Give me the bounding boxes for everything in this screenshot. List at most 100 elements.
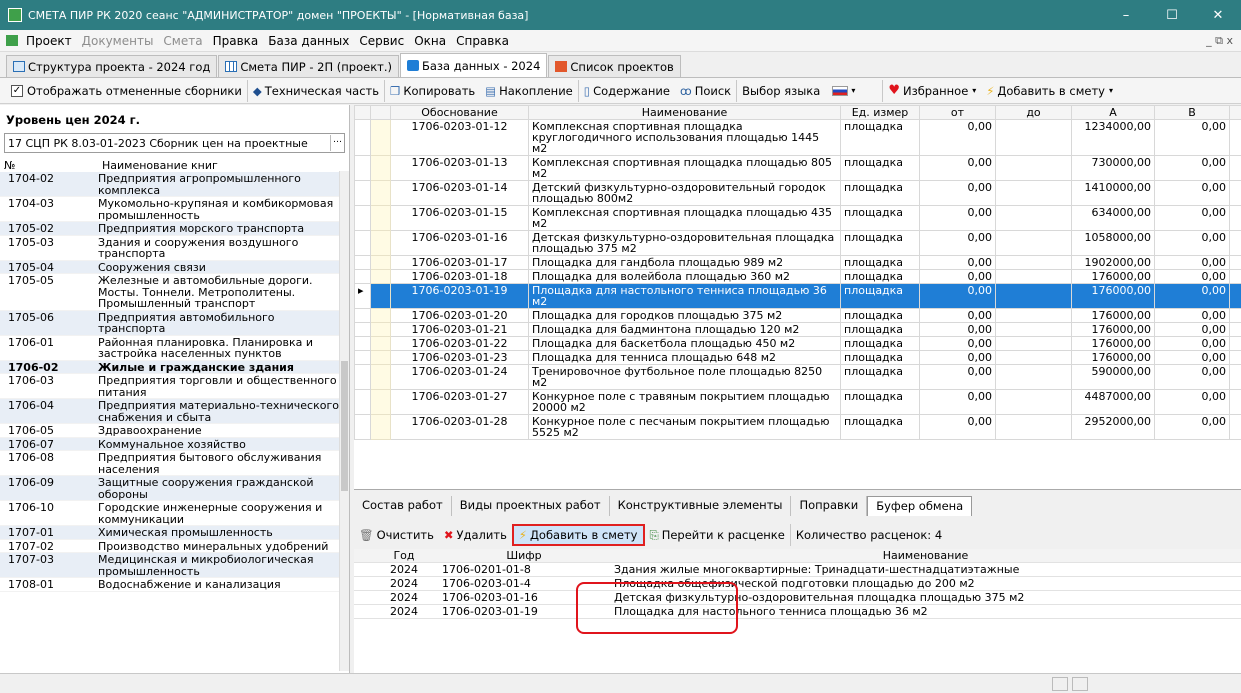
- rate-code: 1706-0203-01-27: [390, 389, 529, 415]
- show-cancelled-checkbox[interactable]: ✓ Отображать отмененные сборники: [6, 80, 247, 102]
- book-row[interactable]: 1706-09 Защитные сооружения гражданской о…: [0, 476, 345, 501]
- tab-project-structure[interactable]: Структура проекта - 2024 год: [6, 55, 218, 77]
- delete-button[interactable]: ✖ Удалить: [439, 524, 512, 546]
- clip-name: Здания жилые многоквартирные: Тринадцати…: [610, 562, 1241, 577]
- rate-row[interactable]: 1706-0203-01-23 Площадка для тенниса площ…: [354, 350, 1241, 365]
- clipboard-row[interactable]: 2024 1706-0203-01-16 Детская физкультурно-…: [354, 590, 1241, 605]
- rate-from: 0,00: [919, 230, 996, 256]
- rate-row[interactable]: 1706-0203-01-17 Площадка для гандбола пло…: [354, 255, 1241, 270]
- menu-edit[interactable]: Правка: [208, 34, 264, 48]
- book-row[interactable]: 1706-02 Жилые и гражданские здания: [0, 360, 345, 374]
- scroll-thumb[interactable]: [341, 361, 348, 491]
- menu-service[interactable]: Сервис: [354, 34, 409, 48]
- col-from-header[interactable]: от: [919, 105, 996, 120]
- col-code-header[interactable]: Обоснование: [390, 105, 529, 120]
- scroll-cell: [1229, 283, 1241, 309]
- scroll-cell: [1229, 119, 1241, 156]
- tab-work-composition[interactable]: Состав работ: [354, 496, 452, 516]
- rate-row[interactable]: 1706-0203-01-14 Детский физкультурно-оздо…: [354, 180, 1241, 206]
- book-name: Предприятия материально-технического сна…: [98, 399, 339, 424]
- tab-estimate[interactable]: Смета ПИР - 2П (проект.): [218, 55, 399, 77]
- rate-row[interactable]: 1706-0203-01-28 Конкурное поле с песчаным…: [354, 414, 1241, 440]
- menu-documents[interactable]: Документы: [77, 34, 159, 48]
- col-to-header[interactable]: до: [995, 105, 1072, 120]
- rate-row[interactable]: 1706-0203-01-16 Детская физкультурно-оздо…: [354, 230, 1241, 256]
- book-row[interactable]: 1706-04 Предприятия материально-техническ…: [0, 399, 345, 424]
- add-to-estimate-button[interactable]: ⚡ Добавить в смету ▾: [981, 80, 1118, 102]
- menu-database[interactable]: База данных: [263, 34, 354, 48]
- book-row[interactable]: 1708-01 Водоснабжение и канализация: [0, 578, 345, 592]
- rate-row[interactable]: 1706-0203-01-12 Комплексная спортивная пл…: [354, 119, 1241, 156]
- tab-clipboard[interactable]: Буфер обмена: [867, 496, 973, 516]
- accumulate-button[interactable]: ▤ Накопление: [480, 80, 578, 102]
- book-row[interactable]: 1707-01 Химическая промышленность: [0, 526, 345, 540]
- book-row[interactable]: 1706-05 Здравоохранение: [0, 424, 345, 438]
- add-to-estimate-clipboard-button[interactable]: ⚡ Добавить в смету: [511, 524, 645, 546]
- menu-estimate[interactable]: Смета: [158, 34, 207, 48]
- book-row[interactable]: 1706-08 Предприятия бытового обслуживания…: [0, 451, 345, 476]
- copy-button[interactable]: ❐ Копировать: [384, 79, 480, 102]
- rate-row[interactable]: ▸ 1706-0203-01-19 Площадка для настольного…: [354, 283, 1241, 309]
- book-name: Районная планировка. Планировка и застро…: [98, 335, 313, 360]
- tab-corrections[interactable]: Поправки: [791, 496, 868, 516]
- rate-name: Площадка для тенниса площадью 648 м2: [528, 350, 841, 365]
- app-menu-icon[interactable]: [6, 35, 18, 46]
- rate-row[interactable]: 1706-0203-01-18 Площадка для волейбола пл…: [354, 269, 1241, 284]
- book-row[interactable]: 1705-05 Железные и автомобильные дороги. …: [0, 274, 345, 311]
- menu-help[interactable]: Справка: [451, 34, 514, 48]
- mdi-controls[interactable]: _ ⧉ x: [1206, 34, 1241, 48]
- book-row[interactable]: 1706-10 Городские инженерные сооружения и…: [0, 501, 345, 526]
- collection-select[interactable]: 17 СЦП РК 8.03-01-2023 Сборник цен на пр…: [4, 133, 345, 153]
- tab-structural-elements[interactable]: Конструктивные элементы: [610, 496, 792, 516]
- book-row[interactable]: 1707-02 Производство минеральных удобрени…: [0, 540, 345, 553]
- book-row[interactable]: 1705-02 Предприятия морского транспорта: [0, 222, 345, 236]
- detail-tabs: Состав работ Виды проектных работ Констр…: [354, 494, 1241, 516]
- menu-project[interactable]: Проект: [21, 34, 77, 48]
- col-name-header[interactable]: Наименование: [528, 105, 841, 120]
- col-title-header[interactable]: Наименование: [610, 549, 1241, 563]
- rate-row[interactable]: 1706-0203-01-22 Площадка для баскетбола п…: [354, 336, 1241, 351]
- rate-row[interactable]: 1706-0203-01-24 Тренировочное футбольное …: [354, 364, 1241, 390]
- search-button[interactable]: ꝏ Поиск: [675, 80, 736, 102]
- book-row[interactable]: 1704-02 Предприятия агропромышленного ком…: [0, 172, 345, 197]
- col-cipher-header[interactable]: Шифр: [438, 549, 610, 563]
- books-scrollbar[interactable]: [339, 171, 349, 671]
- minimize-button[interactable]: –: [1103, 8, 1149, 23]
- ellipsis-icon[interactable]: …: [330, 135, 344, 151]
- row-indicator: [354, 180, 371, 206]
- clipboard-row[interactable]: 2024 1706-0201-01-8 Здания жилые многоквар…: [354, 562, 1241, 577]
- goto-rate-button[interactable]: ⎘ Перейти к расценке: [645, 524, 790, 546]
- close-button[interactable]: ✕: [1195, 8, 1241, 23]
- tab-design-work-types[interactable]: Виды проектных работ: [452, 496, 610, 516]
- book-row[interactable]: 1706-07 Коммунальное хозяйство: [0, 437, 345, 451]
- tab-project-list[interactable]: Список проектов: [548, 55, 681, 77]
- col-a-header[interactable]: A: [1071, 105, 1155, 120]
- tech-part-button[interactable]: ◆ Техническая часть: [246, 79, 384, 102]
- col-b-header[interactable]: B: [1154, 105, 1230, 120]
- book-row[interactable]: 1704-03 Мукомольно-крупяная и комбикормов…: [0, 197, 345, 222]
- rate-row[interactable]: 1706-0203-01-20 Площадка для городков пло…: [354, 308, 1241, 323]
- col-unit-header[interactable]: Ед. измер: [840, 105, 920, 120]
- rate-row[interactable]: 1706-0203-01-27 Конкурное поле с травяным…: [354, 389, 1241, 415]
- clipboard-row[interactable]: 2024 1706-0203-01-4 Площадка общефизическо…: [354, 576, 1241, 591]
- book-row[interactable]: 1706-01 Районная планировка. Планировка и…: [0, 336, 345, 361]
- book-row[interactable]: 1707-03 Медицинская и микробиологическая …: [0, 553, 345, 578]
- rate-row[interactable]: 1706-0203-01-15 Комплексная спортивная пл…: [354, 205, 1241, 231]
- language-select[interactable]: Выбор языка ▾: [736, 79, 860, 102]
- rate-row[interactable]: 1706-0203-01-21 Площадка для бадминтона п…: [354, 322, 1241, 337]
- tab-database[interactable]: База данных - 2024: [399, 53, 548, 77]
- maximize-button[interactable]: ☐: [1149, 8, 1195, 23]
- col-year-header[interactable]: Год: [370, 549, 438, 563]
- favorites-button[interactable]: ♥ Избранное ▾: [882, 79, 981, 102]
- menu-windows[interactable]: Окна: [409, 34, 451, 48]
- book-row[interactable]: 1705-03 Здания и сооружения воздушного тр…: [0, 236, 345, 261]
- clipboard-row[interactable]: 2024 1706-0203-01-19 Площадка для настольн…: [354, 604, 1241, 619]
- clear-button[interactable]: 🗑 Очистить: [354, 524, 439, 546]
- rate-name: Площадка для настольного тенниса площадь…: [528, 283, 841, 309]
- book-row[interactable]: 1706-03 Предприятия торговли и общественн…: [0, 374, 345, 399]
- rate-row[interactable]: 1706-0203-01-13 Комплексная спортивная пл…: [354, 155, 1241, 181]
- contents-button[interactable]: ▯ Содержание: [577, 79, 675, 102]
- book-row[interactable]: 1705-06 Предприятия автомобильного трансп…: [0, 310, 345, 336]
- rate-a: 590000,00: [1071, 364, 1155, 390]
- book-row[interactable]: 1705-04 Сооружения связи: [0, 260, 345, 274]
